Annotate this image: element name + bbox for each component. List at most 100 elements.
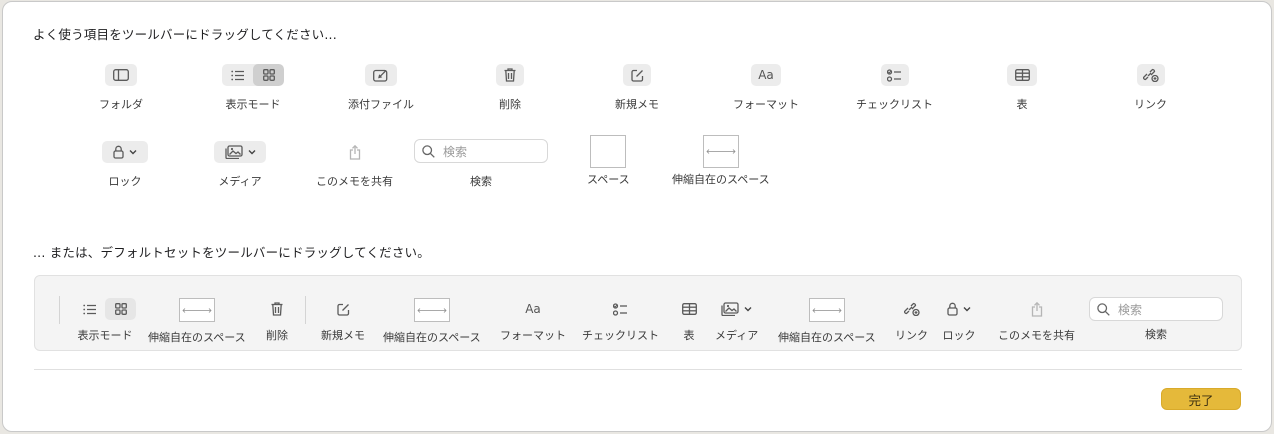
default-label: 伸縮自在のスペース xyxy=(383,331,481,344)
search-placeholder: 検索 xyxy=(443,144,468,159)
flexible-space-icon xyxy=(702,135,739,168)
format-icon: Aa xyxy=(517,298,549,320)
lock-icon xyxy=(102,141,148,163)
divider xyxy=(34,369,1242,370)
default-label: 新規メモ xyxy=(321,329,365,342)
palette-label: 新規メモ xyxy=(615,98,659,111)
customize-toolbar-sheet: よく使う項目をツールバーにドラッグしてください... フォルダ 表示モード 添付… xyxy=(2,1,1272,432)
default-label: 削除 xyxy=(266,329,288,342)
checklist-icon xyxy=(605,298,637,320)
default-item-search: 検索 検索 xyxy=(1089,297,1223,342)
link-icon xyxy=(1136,64,1165,86)
palette-item-attachment[interactable]: 添付ファイル xyxy=(348,64,414,112)
lock-icon xyxy=(941,298,977,320)
palette-label: 添付ファイル xyxy=(348,98,414,111)
default-label: ロック xyxy=(942,329,976,342)
format-icon: Aa xyxy=(751,64,781,86)
palette-label: ロック xyxy=(108,175,142,188)
separator xyxy=(59,296,60,324)
view-mode-icon xyxy=(74,298,136,320)
flexible-space-icon xyxy=(808,298,845,322)
chevron-down-icon xyxy=(744,307,752,312)
palette-item-search[interactable]: 検索 検索 xyxy=(414,139,548,189)
checklist-icon xyxy=(880,64,909,86)
palette-item-link[interactable]: リンク xyxy=(1134,64,1167,112)
default-toolbar-set[interactable]: 表示モード 伸縮自在のスペース 削除 新規メモ 伸縮自在のスペース Aa フォー… xyxy=(34,275,1242,351)
search-icon xyxy=(1097,302,1110,316)
default-label: 伸縮自在のスペース xyxy=(148,331,246,344)
default-item-format: Aa フォーマット xyxy=(500,298,566,343)
search-field: 検索 xyxy=(1089,297,1223,321)
palette-item-space[interactable]: スペース xyxy=(587,135,630,187)
palette-item-lock[interactable]: ロック xyxy=(102,141,148,189)
default-item-table: 表 xyxy=(673,298,705,343)
search-icon xyxy=(422,144,435,158)
default-item-media: メディア xyxy=(715,298,758,343)
list-view-icon xyxy=(222,64,253,86)
search-field: 検索 xyxy=(414,139,548,163)
palette-item-table[interactable]: 表 xyxy=(1007,64,1037,112)
palette-item-flexible-space[interactable]: 伸縮自在のスペース xyxy=(672,135,770,187)
chevron-down-icon xyxy=(248,150,255,155)
default-item-flexible-space: 伸縮自在のスペース xyxy=(383,298,481,345)
sidebar-icon xyxy=(105,64,137,86)
separator xyxy=(305,296,306,324)
palette-item-share[interactable]: このメモを共有 xyxy=(316,141,393,189)
trash-icon xyxy=(265,298,289,320)
table-icon xyxy=(1007,64,1037,86)
default-label: リンク xyxy=(895,329,928,342)
media-icon xyxy=(214,141,266,163)
palette-item-folders[interactable]: フォルダ xyxy=(99,64,143,112)
default-item-share: このメモを共有 xyxy=(998,298,1075,343)
palette-item-delete[interactable]: 削除 xyxy=(496,64,524,112)
palette-label: このメモを共有 xyxy=(316,175,393,188)
palette-label: スペース xyxy=(587,173,630,186)
format-glyph: Aa xyxy=(525,302,541,316)
default-label: 表 xyxy=(683,329,695,342)
palette-label: フォーマット xyxy=(733,98,799,111)
default-label: 検索 xyxy=(1145,328,1167,341)
share-icon xyxy=(1021,298,1053,320)
palette-item-checklist[interactable]: チェックリスト xyxy=(856,64,933,112)
default-label: メディア xyxy=(715,329,759,342)
chevron-down-icon xyxy=(963,307,971,312)
gallery-view-icon xyxy=(105,298,136,320)
palette-heading: よく使う項目をツールバーにドラッグしてください... xyxy=(33,27,337,42)
palette-label: 表示モード xyxy=(225,98,281,111)
flexible-space-icon xyxy=(178,298,215,322)
palette-label: フォルダ xyxy=(99,98,143,111)
share-icon xyxy=(339,141,371,163)
palette-item-format[interactable]: Aa フォーマット xyxy=(733,64,799,112)
default-item-view-mode: 表示モード xyxy=(74,298,136,343)
view-mode-icon xyxy=(222,64,284,86)
palette-label: 削除 xyxy=(499,98,521,111)
default-item-checklist: チェックリスト xyxy=(582,298,659,343)
media-icon xyxy=(715,298,758,320)
palette-label: メディア xyxy=(218,175,262,188)
link-icon xyxy=(896,298,928,320)
default-label: このメモを共有 xyxy=(998,329,1075,342)
table-icon xyxy=(673,298,705,320)
default-label: フォーマット xyxy=(500,329,566,342)
palette-item-media[interactable]: メディア xyxy=(214,141,266,189)
default-label: 伸縮自在のスペース xyxy=(778,331,876,344)
done-button[interactable]: 完了 xyxy=(1161,388,1241,410)
default-item-lock: ロック xyxy=(941,298,977,343)
palette-label: 伸縮自在のスペース xyxy=(672,173,770,186)
chevron-down-icon xyxy=(129,150,137,155)
space-icon xyxy=(590,135,627,168)
default-label: 表示モード xyxy=(77,329,133,342)
default-item-new-note: 新規メモ xyxy=(321,298,365,343)
default-label: チェックリスト xyxy=(582,329,659,342)
flexible-space-icon xyxy=(413,298,450,322)
gallery-view-icon xyxy=(253,64,284,86)
search-placeholder: 検索 xyxy=(1118,302,1143,317)
palette-item-view-mode[interactable]: 表示モード xyxy=(222,64,284,112)
palette-item-new-note[interactable]: 新規メモ xyxy=(615,64,659,112)
default-set-heading: ... または、デフォルトセットをツールバーにドラッグしてください。 xyxy=(33,245,430,260)
list-view-icon xyxy=(74,298,105,320)
default-item-flexible-space: 伸縮自在のスペース xyxy=(148,298,246,345)
palette-label: 表 xyxy=(1016,98,1028,111)
palette-label: リンク xyxy=(1134,98,1167,111)
palette-label: チェックリスト xyxy=(856,98,933,111)
